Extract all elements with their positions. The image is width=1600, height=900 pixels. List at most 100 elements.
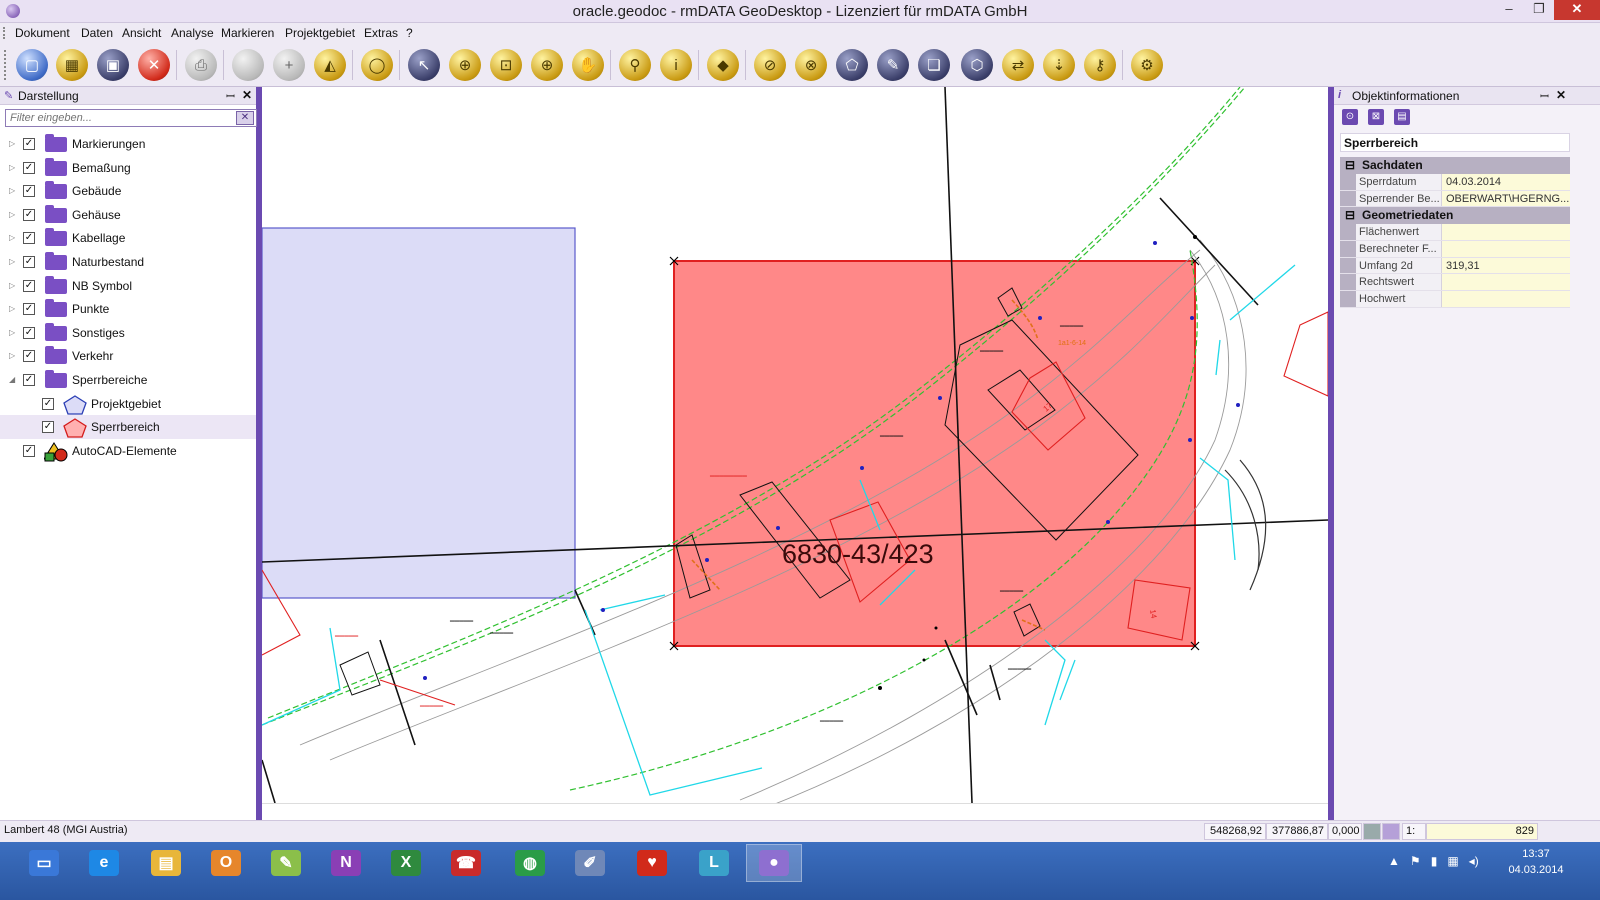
edit-polygon-icon[interactable]: ✎ — [877, 49, 909, 81]
property-row[interactable]: Berechneter F... — [1340, 241, 1570, 258]
menu-markieren[interactable]: Markieren — [221, 26, 274, 40]
expand-icon[interactable]: ▷ — [9, 210, 15, 219]
layer-checkbox[interactable]: ✓ — [23, 350, 35, 363]
panel-close-icon[interactable]: ✕ — [242, 88, 252, 102]
property-row[interactable]: Hochwert — [1340, 291, 1570, 308]
expand-icon[interactable]: ▷ — [9, 186, 15, 195]
property-row[interactable]: Sperrdatum 04.03.2014 — [1340, 174, 1570, 191]
expand-icon[interactable]: ▷ — [9, 139, 15, 148]
expand-icon[interactable]: ▷ — [9, 233, 15, 242]
expand-icon[interactable]: ▷ — [9, 163, 15, 172]
taskbar-pepper-app[interactable]: ♥ — [624, 844, 680, 882]
layer-row[interactable]: ▷ ✓ Gehäuse — [0, 203, 256, 227]
area-tool-icon[interactable]: ⬡ — [961, 49, 993, 81]
layer-checkbox[interactable]: ✓ — [42, 421, 54, 434]
grid-icon[interactable] — [1382, 823, 1400, 840]
layer-checkbox[interactable]: ✓ — [23, 326, 35, 339]
measure-line-icon[interactable]: ⊘ — [754, 49, 786, 81]
layer-row[interactable]: ✓ Projektgebiet — [0, 392, 256, 416]
zoom-extent-icon[interactable]: ⊕ — [449, 49, 481, 81]
layer-row[interactable]: ▷ ✓ Punkte — [0, 297, 256, 321]
taskbar-notes[interactable]: ✐ — [562, 844, 618, 882]
minimize-button[interactable]: – — [1494, 0, 1524, 20]
draw-circle-icon[interactable]: ◯ — [361, 49, 393, 81]
volume-icon[interactable]: ◂) — [1469, 854, 1479, 868]
pin-icon[interactable]: ꟷ — [226, 89, 235, 104]
menu-dokument[interactable]: Dokument — [15, 26, 70, 40]
layer-row[interactable]: ▷ ✓ Naturbestand — [0, 250, 256, 274]
layer-checkbox[interactable]: ✓ — [23, 232, 35, 245]
layer-row[interactable]: ✓ AutoCAD-Elemente — [0, 439, 256, 463]
close-button[interactable]: ✕ — [1554, 0, 1600, 20]
layer-checkbox[interactable]: ✓ — [23, 444, 35, 457]
search-object-icon[interactable]: ⚲ — [619, 49, 651, 81]
pin-icon[interactable]: ꟷ — [1540, 89, 1549, 104]
property-value[interactable] — [1442, 274, 1570, 291]
layer-checkbox[interactable]: ✓ — [23, 185, 35, 198]
menu-help[interactable]: ? — [406, 26, 413, 40]
print-icon[interactable]: ⎙ — [185, 49, 217, 81]
open-document-icon[interactable]: ▦ — [56, 49, 88, 81]
layer-row[interactable]: ▷ ✓ Verkehr — [0, 344, 256, 368]
expand-icon[interactable]: ▷ — [9, 304, 15, 313]
property-row[interactable]: Flächenwert — [1340, 224, 1570, 242]
taskbar-notepad-edit[interactable]: ✎ — [258, 844, 314, 882]
taskbar-internet-explorer[interactable]: e — [76, 844, 132, 882]
clock[interactable]: 13:37 04.03.2014 — [1500, 846, 1572, 878]
sperrbereich-polygon[interactable] — [673, 260, 1196, 647]
transfer-data-icon[interactable]: ⇄ — [1002, 49, 1034, 81]
menu-extras[interactable]: Extras — [364, 26, 398, 40]
pan-hand-icon[interactable]: ✋ — [572, 49, 604, 81]
property-value[interactable] — [1442, 291, 1570, 307]
layer-checkbox[interactable]: ✓ — [23, 373, 35, 386]
property-value[interactable]: 04.03.2014 — [1442, 174, 1570, 190]
collapse-icon[interactable]: ⊟ — [1345, 157, 1355, 174]
layer-row[interactable]: ▷ ✓ Gebäude — [0, 179, 256, 203]
taskbar-outlook[interactable]: O — [198, 844, 254, 882]
menu-projektgebiet[interactable]: Projektgebiet — [285, 26, 355, 40]
network-icon[interactable]: ▦ — [1447, 854, 1458, 868]
layer-checkbox[interactable]: ✓ — [23, 138, 35, 150]
taskbar-network-tool[interactable]: L — [686, 844, 742, 882]
menu-daten[interactable]: Daten — [81, 26, 113, 40]
projektgebiet-polygon[interactable] — [262, 227, 576, 599]
property-value[interactable]: OBERWART\HGERNG... — [1442, 190, 1570, 207]
property-section-header[interactable]: ⊟ Geometriedaten — [1340, 207, 1570, 225]
settings-tool-icon[interactable]: ⚙ — [1131, 49, 1163, 81]
layer-checkbox[interactable]: ✓ — [23, 279, 35, 292]
menu-ansicht[interactable]: Ansicht — [122, 26, 161, 40]
expand-icon[interactable]: ▷ — [9, 257, 15, 266]
zoom-in-icon[interactable]: ⊕ — [531, 49, 563, 81]
layer-row[interactable]: ▷ ✓ Bemaßung — [0, 156, 256, 180]
layer-row[interactable]: ✓ Sperrbereich — [0, 415, 256, 439]
layer-row[interactable]: ◢ ✓ Sperrbereiche — [0, 368, 256, 392]
taskbar-onenote[interactable]: N — [318, 844, 374, 882]
action-center-icon[interactable]: ⚑ — [1410, 854, 1421, 868]
close-document-icon[interactable]: ✕ — [138, 49, 170, 81]
layer-row[interactable]: ▷ ✓ NB Symbol — [0, 274, 256, 298]
property-row[interactable]: Sperrender Be... OBERWART\HGERNG... — [1340, 190, 1570, 208]
measure-area-icon[interactable]: ⊗ — [795, 49, 827, 81]
layer-checkbox[interactable]: ✓ — [42, 397, 54, 410]
taskbar-desktop[interactable]: ▭ — [16, 844, 72, 882]
select-pointer-icon[interactable]: ↖ — [408, 49, 440, 81]
draw-shape-icon[interactable]: ◭ — [314, 49, 346, 81]
maximize-button[interactable]: ❐ — [1524, 0, 1554, 20]
taskbar-geodesktop[interactable]: ● — [746, 844, 802, 882]
map-canvas[interactable]: ▁▁▁▁▁ ▁▁▁▁▁ ▁▁▁▁▁ ▁▁▁▁▁ ▁▁▁▁▁ ▁▁▁▁▁ ▁▁▁▁… — [262, 87, 1328, 820]
layer-checkbox[interactable]: ✓ — [23, 255, 35, 268]
disabled-add-icon[interactable]: + — [273, 49, 305, 81]
new-document-icon[interactable]: ▢ — [16, 49, 48, 81]
layer-checkbox[interactable]: ✓ — [23, 208, 35, 221]
layer-checkbox[interactable]: ✓ — [23, 161, 35, 174]
expand-icon[interactable]: ▷ — [9, 351, 15, 360]
power-icon[interactable]: ▮ — [1431, 854, 1438, 868]
zoom-to-object-icon[interactable]: ⊙ — [1342, 109, 1358, 125]
layer-checkbox[interactable]: ✓ — [23, 303, 35, 316]
menu-analyse[interactable]: Analyse — [171, 26, 214, 40]
filter-clear-icon[interactable]: ✕ — [236, 111, 254, 125]
taskbar-excel[interactable]: X — [378, 844, 434, 882]
expand-icon[interactable]: ▷ — [9, 328, 15, 337]
property-value[interactable]: 319,31 — [1442, 257, 1570, 274]
taskbar-globe[interactable]: ◍ — [502, 844, 558, 882]
